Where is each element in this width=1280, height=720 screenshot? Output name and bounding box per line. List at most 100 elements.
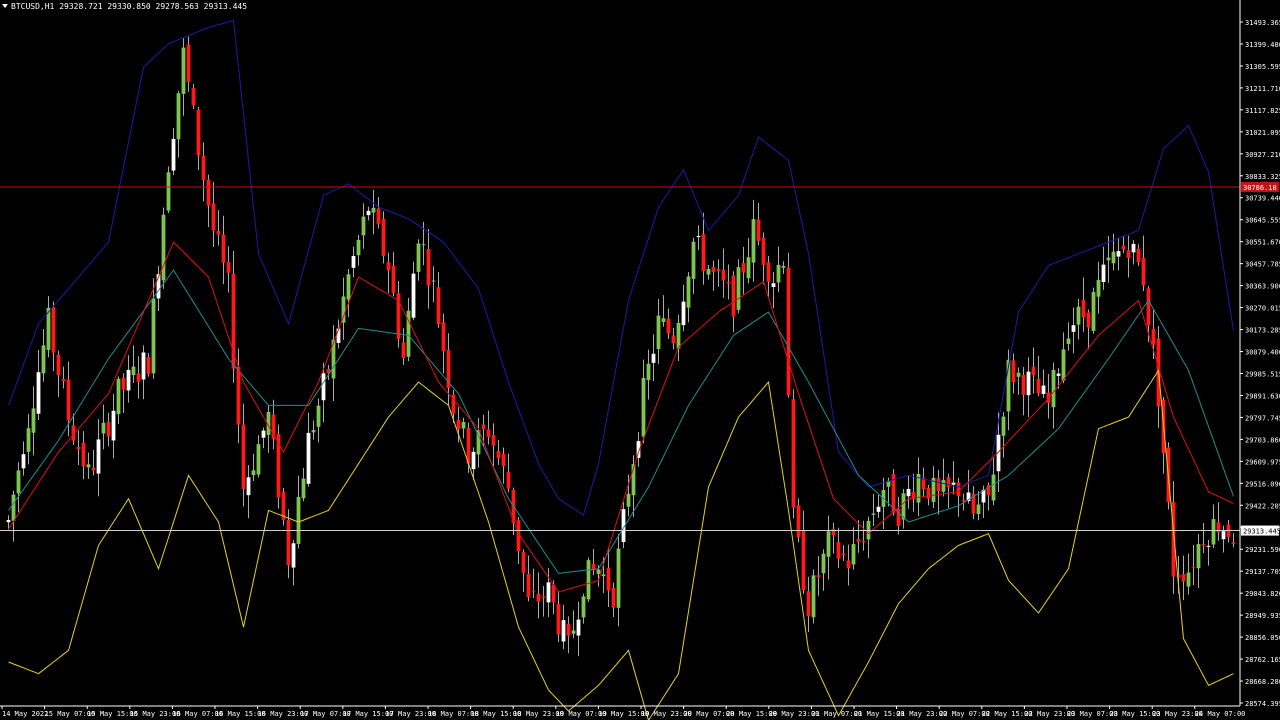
y-tick-label: 28574.395: [1245, 700, 1280, 708]
candle-body: [251, 470, 256, 476]
y-tick-label: 30551.670: [1245, 239, 1280, 247]
candle-body: [696, 236, 701, 238]
candle-body: [1106, 257, 1111, 261]
dropdown-triangle-icon[interactable]: [2, 4, 8, 8]
candle-body: [181, 47, 186, 94]
candle-body: [1146, 288, 1151, 326]
candle-body: [576, 619, 581, 636]
candle-body: [86, 464, 91, 468]
candle-body: [776, 264, 781, 283]
candle-body: [56, 354, 61, 376]
candle-body: [126, 369, 131, 391]
candle-body: [656, 315, 661, 350]
candle-body: [236, 366, 241, 425]
candle-body: [1026, 371, 1031, 396]
candle-body: [191, 87, 196, 106]
y-tick-label: 28949.935: [1245, 612, 1280, 620]
candle-body: [961, 499, 966, 502]
candle-body: [291, 543, 296, 568]
candle-body: [371, 207, 376, 213]
candle-body: [736, 267, 741, 310]
candle-body: [486, 429, 491, 437]
candle-body: [151, 298, 156, 374]
candle-body: [16, 470, 21, 494]
candle-body: [381, 218, 386, 256]
candle-body: [976, 504, 981, 514]
candle-body: [196, 109, 201, 156]
candle-body: [711, 266, 716, 273]
candle-body: [351, 256, 356, 268]
candle-body: [531, 590, 536, 592]
candle-body: [821, 553, 826, 574]
candle-body: [651, 353, 656, 363]
candle-body: [186, 44, 191, 83]
candle-body: [826, 531, 831, 557]
candle-body: [816, 575, 821, 578]
candle-body: [401, 342, 406, 359]
candle-body: [111, 410, 116, 441]
candle-body: [836, 542, 841, 559]
candle-body: [1121, 245, 1126, 250]
red-line-price-tag: 30786.18: [1243, 184, 1277, 192]
y-tick-label: 29797.745: [1245, 414, 1280, 422]
candle-body: [1016, 372, 1021, 377]
candle-body: [1196, 544, 1201, 569]
candle-body: [1076, 306, 1081, 325]
candle-body: [456, 419, 461, 429]
candle-body: [906, 488, 911, 497]
candle-body: [596, 569, 601, 574]
candle-body: [6, 520, 11, 523]
candle-body: [1126, 250, 1131, 259]
candle-body: [1021, 374, 1026, 395]
candle-body: [521, 552, 526, 573]
price-chart[interactable]: 31493.365 31399.480 31305.595 31211.710 3111…: [0, 0, 1280, 720]
candle-body: [751, 219, 756, 263]
candle-body: [241, 424, 246, 489]
candle-body: [691, 241, 696, 279]
candle-body: [791, 399, 796, 508]
candle-body: [506, 471, 511, 489]
candle-body: [306, 432, 311, 484]
candle-body: [1211, 519, 1216, 545]
chart-header: BTCUSD,H1 29328.721 29330.850 29278.563 …: [2, 2, 247, 11]
candle-body: [211, 203, 216, 231]
y-tick-label: 29516.090: [1245, 480, 1280, 488]
candle-body: [1231, 542, 1236, 544]
candle-body: [581, 596, 586, 618]
candle-body: [461, 422, 466, 429]
candle-body: [871, 513, 876, 515]
candle-body: [436, 287, 441, 325]
candle-body: [21, 454, 26, 469]
candle-body: [491, 435, 496, 446]
candle-body: [1116, 251, 1121, 257]
candle-body: [1111, 251, 1116, 264]
candle-body: [176, 93, 181, 140]
candle-body: [546, 582, 551, 603]
candle-body: [201, 156, 206, 180]
y-tick-label: 29985.515: [1245, 370, 1280, 378]
candle-body: [346, 274, 351, 300]
candle-body: [76, 446, 81, 450]
candle-body: [1081, 299, 1086, 318]
candle-body: [1001, 416, 1006, 436]
candle-body: [601, 574, 606, 577]
candle-body: [471, 451, 476, 470]
candle-body: [141, 352, 146, 380]
candle-body: [316, 405, 321, 427]
candle-body: [421, 244, 426, 246]
y-tick-label: 30739.440: [1245, 195, 1280, 203]
candle-body: [441, 322, 446, 352]
candle-body: [1181, 574, 1186, 582]
candle-body: [146, 357, 151, 374]
candle-body: [1066, 338, 1071, 344]
candle-body: [1041, 385, 1046, 394]
candle-body: [416, 243, 421, 272]
candle-body: [356, 239, 361, 256]
candle-body: [861, 540, 866, 543]
candle-body: [1061, 349, 1066, 381]
candle-body: [216, 231, 221, 235]
y-tick-label: 29231.590: [1245, 546, 1280, 554]
candle-body: [136, 373, 141, 382]
candle-body: [226, 262, 231, 273]
candle-body: [121, 377, 126, 390]
